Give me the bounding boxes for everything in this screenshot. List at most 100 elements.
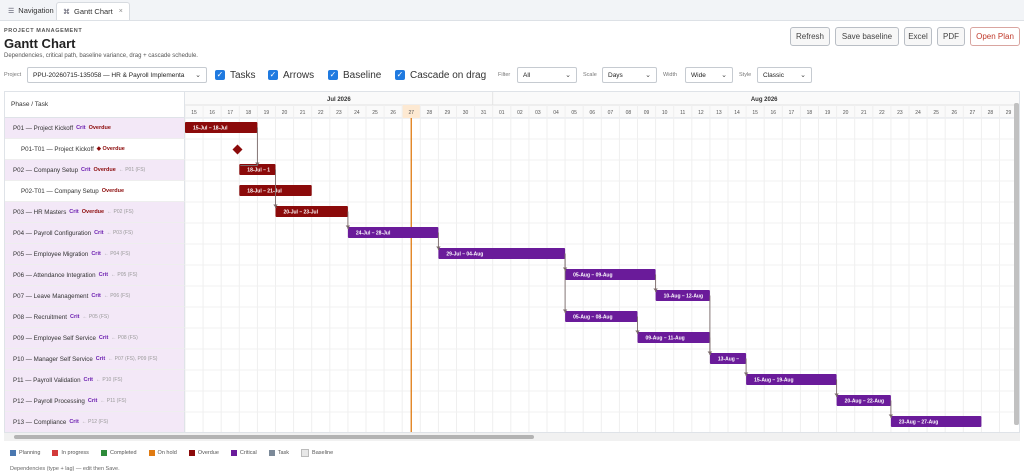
open-plan-button[interactable]: Open Plan [970, 27, 1020, 46]
day-label: 26 [390, 110, 396, 116]
critical-badge: Crit [76, 125, 86, 131]
day-label: 29 [445, 110, 451, 116]
refresh-button[interactable]: Refresh [790, 27, 830, 46]
month-header [185, 92, 1019, 105]
row-label: P02-T01 — Company Setup [21, 187, 99, 195]
table-row[interactable]: P08 — Recruitment Crit ← P05 (FS) [5, 307, 185, 328]
table-row[interactable]: P01-T01 — Project Kickoff ◆ Overdue [5, 139, 185, 160]
day-label: 05 [571, 110, 577, 116]
filter-select[interactable]: All ⌄ [517, 67, 577, 83]
footnote: Dependencies (type + lag) — edit then Sa… [10, 466, 120, 472]
table-row[interactable]: P12 — Payroll Processing Crit ← P11 (FS) [5, 391, 185, 412]
tab-label: Navigation [18, 6, 54, 15]
excel-button[interactable]: Excel [904, 27, 932, 46]
dependency-text: ← P11 (FS) [100, 398, 127, 404]
overdue-badge: Overdue [81, 209, 105, 215]
chevron-down-icon: ⌄ [645, 72, 651, 79]
dependency-text: ← P03 (FS) [106, 230, 133, 236]
page-title: Gantt Chart [4, 36, 76, 51]
cascade-toggle[interactable]: ✓ Cascade on drag [395, 67, 486, 83]
day-label: 29 [1006, 110, 1012, 116]
table-row[interactable]: P03 — HR Masters Crit Overdue ← P02 (FS) [5, 202, 185, 223]
tasks-toggle[interactable]: ✓ Tasks [215, 67, 256, 83]
day-label: 30 [463, 110, 469, 116]
critical-badge: Crit [69, 209, 79, 215]
width-select[interactable]: Wide ⌄ [685, 67, 733, 83]
page-subtitle: Dependencies, critical path, baseline va… [4, 53, 198, 59]
horizontal-scrollbar[interactable] [4, 433, 1020, 441]
table-row[interactable]: P05 — Employee Migration Crit ← P04 (FS) [5, 244, 185, 265]
table-row[interactable]: P09 — Employee Self Service Crit ← P08 (FS… [5, 328, 185, 349]
scale-value: Days [608, 71, 623, 79]
critical-badge: Crit [95, 356, 106, 362]
scroll-thumb[interactable] [14, 435, 534, 439]
chevron-down-icon: ⌄ [195, 72, 201, 79]
checkbox-checked-icon[interactable]: ✓ [395, 70, 405, 80]
style-select[interactable]: Classic ⌄ [757, 67, 812, 83]
day-label: 18 [807, 110, 813, 116]
scroll-thumb[interactable] [1014, 103, 1019, 425]
critical-badge: Crit [81, 167, 91, 173]
tab-gantt-chart[interactable]: ⌘ Gantt Chart × [56, 2, 130, 20]
gantt-timeline[interactable]: Jul 2026 Aug 2026 15 16 17 18 19 20 21 22 23 24 25 26… [185, 92, 1020, 432]
legend: Planning In progress Completed On hold Overd… [10, 449, 345, 457]
critical-badge: Crit [91, 251, 101, 257]
vertical-scrollbar[interactable] [1014, 100, 1020, 430]
legend-item: Baseline [301, 449, 333, 457]
row-label: P01 — Project Kickoff [13, 124, 74, 132]
tab-label: Gantt Chart [74, 7, 113, 16]
day-label: 24 [915, 110, 921, 116]
table-row[interactable]: P11 — Payroll Validation Crit ← P10 (FS) [5, 370, 185, 391]
table-row[interactable]: P10 — Manager Self Service Crit ← P07 (FS)… [5, 349, 185, 370]
row-label: P02 — Company Setup [13, 166, 79, 174]
critical-badge: Crit [91, 293, 101, 299]
row-label: P10 — Manager Self Service [13, 355, 93, 363]
legend-label: On hold [157, 450, 177, 456]
day-label: 16 [209, 110, 215, 116]
overdue-badge: Overdue [93, 167, 116, 173]
scale-select[interactable]: Days ⌄ [602, 67, 657, 83]
dependency-text: ← P05 (FS) [82, 314, 109, 320]
legend-item: Overdue [188, 450, 219, 456]
pdf-button[interactable]: PDF [937, 27, 965, 46]
project-label: Project [4, 72, 22, 78]
bar-label: 09-Aug – 11-Aug [646, 336, 685, 342]
checkbox-checked-icon[interactable]: ✓ [268, 70, 278, 80]
baseline-toggle[interactable]: ✓ Baseline [328, 67, 381, 83]
row-label: P13 — Compliance [13, 418, 67, 426]
row-label: P03 — HR Masters [13, 208, 67, 216]
table-row[interactable]: P04 — Payroll Configuration Crit ← P03 (FS… [5, 223, 185, 244]
row-label: P12 — Payroll Processing [13, 397, 85, 405]
bar-label: 13-Aug – [718, 357, 739, 363]
style-label: Style [739, 72, 752, 78]
checkbox-checked-icon[interactable]: ✓ [215, 70, 225, 80]
legend-swatch [100, 450, 107, 456]
day-label: 01 [499, 110, 505, 116]
close-icon[interactable]: × [119, 8, 123, 15]
legend-label: Critical [239, 450, 257, 456]
save-baseline-button[interactable]: Save baseline [835, 27, 899, 46]
style-value: Classic [763, 71, 784, 79]
tab-navigation[interactable]: ☰ Navigation [2, 2, 60, 19]
day-label: 04 [553, 110, 559, 116]
table-row[interactable]: P02 — Company Setup Crit Overdue ← P01 (FS) [5, 160, 185, 181]
arrows-toggle[interactable]: ✓ Arrows [268, 67, 314, 83]
table-row[interactable]: P01 — Project Kickoff Crit Overdue [5, 118, 185, 139]
day-label: 17 [227, 110, 233, 116]
day-label: 28 [427, 110, 433, 116]
table-row[interactable]: P06 — Attendance Integration Crit ← P05 (F… [5, 265, 185, 286]
table-row[interactable]: P07 — Leave Management Crit ← P06 (FS) [5, 286, 185, 307]
legend-label: Task [277, 450, 290, 456]
row-label: P01-T01 — Project Kickoff [21, 145, 94, 153]
bar-label: 10-Aug – 12-Aug [664, 294, 703, 300]
legend-label: Planning [19, 450, 41, 456]
project-select[interactable]: PPU-20260715-135058 — HR & Payroll Imple… [27, 67, 207, 83]
bar-label: 20-Jul – 23-Jul [284, 210, 319, 216]
day-label: 23 [336, 110, 342, 116]
legend-swatch [188, 450, 195, 456]
table-row[interactable]: P02-T01 — Company Setup Overdue [5, 181, 185, 202]
table-row[interactable]: P13 — Compliance Crit ← P12 (FS) [5, 412, 185, 432]
checkbox-checked-icon[interactable]: ✓ [328, 70, 338, 80]
overdue-badge: Overdue [88, 125, 111, 131]
chevron-down-icon: ⌄ [721, 72, 727, 79]
